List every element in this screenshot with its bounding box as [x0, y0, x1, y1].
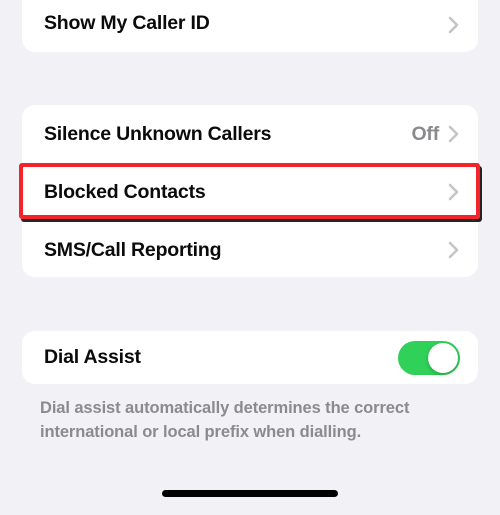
row-label-blocked-contacts: Blocked Contacts: [44, 180, 206, 203]
settings-screen: Show My Caller ID Silence Unknown Caller…: [0, 0, 500, 515]
row-accessory: [448, 15, 460, 35]
chevron-right-icon: [448, 182, 460, 202]
dial-assist-section: Dial Assist: [22, 331, 478, 384]
row-accessory: Off: [411, 123, 460, 146]
row-sms-call-reporting[interactable]: SMS/Call Reporting: [22, 221, 478, 279]
dial-assist-toggle[interactable]: [398, 340, 460, 375]
row-accessory: [448, 182, 460, 202]
toggle-knob: [428, 342, 458, 373]
row-blocked-contacts[interactable]: Blocked Contacts: [22, 163, 478, 221]
row-label-dial-assist: Dial Assist: [44, 346, 141, 368]
row-show-my-caller-id[interactable]: Show My Caller ID: [22, 0, 478, 52]
row-silence-unknown-callers[interactable]: Silence Unknown Callers Off: [22, 105, 478, 163]
row-label-sms-call-reporting: SMS/Call Reporting: [44, 238, 222, 261]
call-blocking-section: Silence Unknown Callers Off Blocked Cont…: [22, 105, 478, 277]
row-value-silence-unknown-callers: Off: [411, 122, 439, 145]
dial-assist-footer-text: Dial assist automatically determines the…: [40, 399, 410, 441]
row-label-show-my-caller-id: Show My Caller ID: [44, 12, 210, 34]
chevron-right-icon: [448, 240, 460, 260]
home-indicator[interactable]: [162, 490, 338, 497]
row-accessory: [448, 240, 460, 260]
row-accessory: [398, 340, 460, 375]
row-label-silence-unknown-callers: Silence Unknown Callers: [44, 122, 272, 145]
row-dial-assist[interactable]: Dial Assist: [22, 331, 478, 384]
caller-id-section: Show My Caller ID: [22, 0, 478, 52]
chevron-right-icon: [448, 15, 460, 35]
chevron-right-icon: [448, 124, 460, 144]
